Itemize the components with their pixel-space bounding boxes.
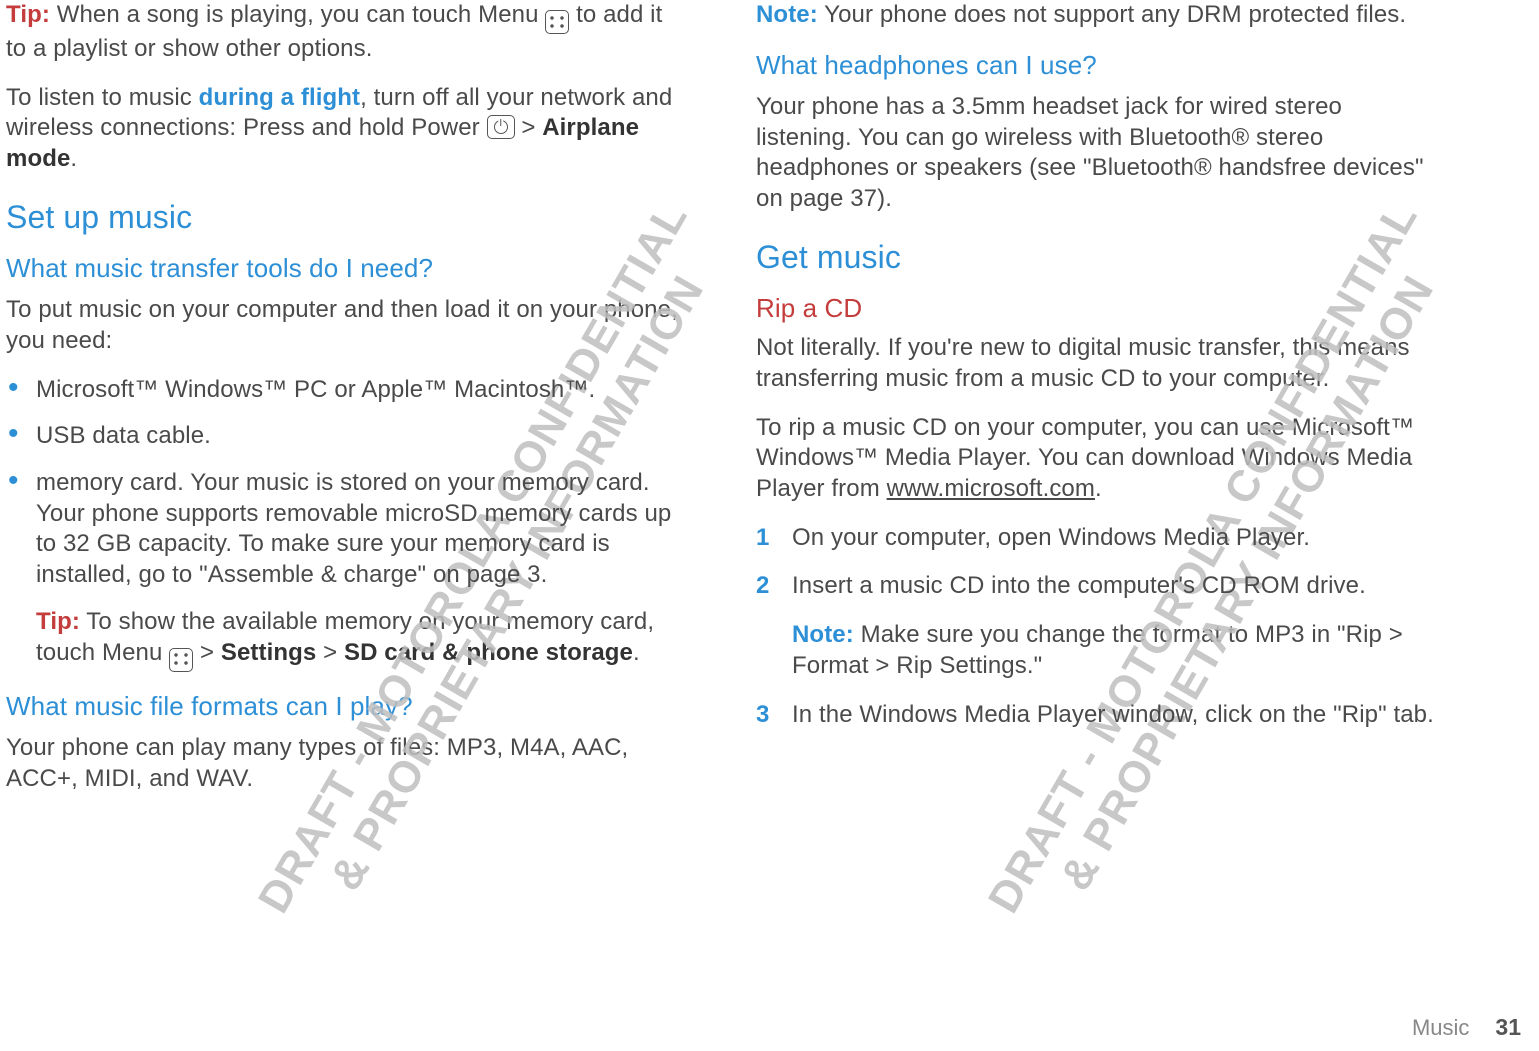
sdcard-storage-label: SD card & phone storage (344, 639, 633, 666)
flight-paragraph: To listen to music during a flight, turn… (6, 83, 686, 175)
power-icon (487, 115, 515, 139)
heading-rip-cd: Rip a CD (756, 292, 1436, 325)
heading-get-music: Get music (756, 237, 1436, 278)
microsoft-link: www.microsoft.com (887, 475, 1095, 502)
heading-set-up-music: Set up music (6, 197, 686, 238)
menu-icon (169, 648, 193, 672)
formats-text: Your phone can play many types of files:… (6, 733, 686, 794)
subtip-f: . (633, 639, 640, 666)
tip-label: Tip: (36, 608, 80, 635)
rip-steps: On your computer, open Windows Media Pla… (756, 523, 1436, 602)
tools-list: Microsoft™ Windows™ PC or Apple™ Macinto… (6, 375, 686, 591)
rip-paragraph-1: Not literally. If you're new to digital … (756, 333, 1436, 394)
page-footer: Music 31 (1412, 1014, 1521, 1041)
subtip-b: > (193, 639, 221, 666)
rip-format-note: Note: Make sure you change the format to… (756, 620, 1436, 681)
left-column: Tip: When a song is playing, you can tou… (6, 0, 686, 812)
rip-paragraph-2: To rip a music CD on your computer, you … (756, 413, 1436, 505)
list-item: memory card. Your music is stored on you… (6, 468, 686, 591)
flight-a: To listen to music (6, 84, 199, 111)
heading-file-formats: What music file formats can I play? (6, 690, 686, 723)
flight-e: . (70, 145, 77, 172)
tip-text-a: When a song is playing, you can touch Me… (50, 1, 545, 28)
memory-tip: Tip: To show the available memory on you… (6, 607, 686, 672)
subnote-text: Make sure you change the format to MP3 i… (792, 621, 1403, 679)
flight-c: > (515, 114, 543, 141)
tip-playing-song: Tip: When a song is playing, you can tou… (6, 0, 686, 65)
list-item: Microsoft™ Windows™ PC or Apple™ Macinto… (6, 375, 686, 406)
note-label: Note: (756, 1, 818, 28)
headphones-text: Your phone has a 3.5mm headset jack for … (756, 92, 1436, 215)
rip-p2-b: . (1095, 475, 1102, 502)
tools-intro: To put music on your computer and then l… (6, 295, 686, 356)
content-columns: Tip: When a song is playing, you can tou… (0, 0, 1539, 812)
list-item: On your computer, open Windows Media Pla… (756, 523, 1436, 554)
drm-note: Note: Your phone does not support any DR… (756, 0, 1436, 31)
list-item: Insert a music CD into the computer's CD… (756, 571, 1436, 602)
menu-icon (545, 10, 569, 34)
note-text: Your phone does not support any DRM prot… (818, 1, 1406, 28)
page-number: 31 (1495, 1014, 1521, 1041)
heading-transfer-tools: What music transfer tools do I need? (6, 252, 686, 285)
heading-headphones: What headphones can I use? (756, 49, 1436, 82)
flight-bold: during a flight (199, 84, 360, 111)
note-label: Note: (792, 621, 854, 648)
manual-page: DRAFT - MOTOROLA CONFIDENTIAL& PROPRIETA… (0, 0, 1539, 1051)
footer-section: Music (1412, 1015, 1469, 1041)
right-column: Note: Your phone does not support any DR… (756, 0, 1436, 812)
tip-label: Tip: (6, 1, 50, 28)
settings-label: Settings (221, 639, 316, 666)
list-item: USB data cable. (6, 421, 686, 452)
subtip-d: > (316, 639, 344, 666)
rip-steps-continued: In the Windows Media Player window, clic… (756, 700, 1436, 731)
list-item: In the Windows Media Player window, clic… (756, 700, 1436, 731)
